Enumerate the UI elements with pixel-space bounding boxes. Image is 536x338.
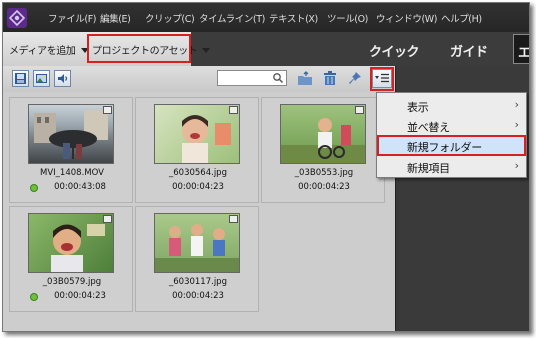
menu-item-label: 新規フォルダー	[407, 141, 482, 154]
caret-down-icon	[202, 48, 211, 53]
asset-duration: 00:00:04:23	[54, 291, 106, 301]
highlight-project-assets	[87, 34, 191, 63]
filter-audio-button[interactable]	[54, 70, 71, 87]
photo-icon	[36, 74, 47, 83]
asset-duration: 00:00:04:23	[172, 291, 224, 301]
asset-thumbnail	[28, 213, 114, 273]
search-input[interactable]	[217, 70, 287, 86]
project-assets-panel: MVI_1408.MOV 00:00:43:08 _6030564.jpg 00…	[3, 66, 395, 331]
asset-item[interactable]: _03B0579.jpg 00:00:04:23	[9, 206, 133, 312]
menu-item-new-item[interactable]: 新規項目 ›	[377, 156, 526, 177]
asset-filename: MVI_1408.MOV	[40, 168, 104, 178]
asset-filename: _03B0553.jpg	[294, 168, 354, 178]
menu-timeline[interactable]: タイムライン(T)	[199, 11, 265, 25]
app-window: ファイル(F) 編集(E) クリップ(C) タイムライン(T) テキスト(X) …	[2, 2, 530, 332]
panel-menu-dropdown: 表示 › 並べ替え › 新規フォルダー 新規項目 ›	[376, 92, 527, 178]
media-type-badge	[355, 106, 364, 114]
film-icon	[15, 73, 26, 84]
menu-item-new-folder[interactable]: 新規フォルダー	[377, 135, 526, 156]
mode-guide-tab[interactable]: ガイド	[450, 41, 488, 60]
trash-icon[interactable]	[323, 71, 337, 86]
chevron-right-icon: ›	[514, 159, 519, 172]
menu-text[interactable]: テキスト(X)	[269, 11, 318, 25]
chevron-right-icon: ›	[514, 98, 519, 111]
mode-expert-tab[interactable]: エ	[513, 34, 530, 64]
asset-thumbnail	[28, 104, 114, 164]
asset-grid: MVI_1408.MOV 00:00:43:08 _6030564.jpg 00…	[3, 92, 395, 331]
panel-toolbar	[3, 66, 395, 93]
media-type-badge	[229, 106, 238, 114]
menu-item-label: 新規項目	[407, 162, 450, 175]
folder-up-icon[interactable]	[297, 71, 313, 86]
asset-thumbnail	[154, 104, 240, 164]
menu-file[interactable]: ファイル(F)	[48, 11, 96, 25]
asset-thumbnail	[280, 104, 366, 164]
photo-thumbnail-image	[281, 118, 365, 163]
menu-item-label: 表示	[407, 101, 429, 114]
magnifier-icon	[273, 73, 284, 84]
asset-duration: 00:00:04:23	[172, 182, 224, 192]
asset-item[interactable]: _6030564.jpg 00:00:04:23	[135, 97, 259, 203]
pin-icon[interactable]	[348, 71, 362, 86]
asset-item[interactable]: MVI_1408.MOV 00:00:43:08	[9, 97, 133, 203]
media-type-badge	[229, 215, 238, 223]
video-thumbnail-image	[34, 110, 108, 159]
asset-duration: 00:00:04:23	[298, 182, 350, 192]
asset-duration: 00:00:43:08	[54, 182, 106, 192]
menu-item-label: 並べ替え	[407, 121, 450, 134]
asset-filename: _6030117.jpg	[169, 277, 227, 287]
menu-help[interactable]: ヘルプ(H)	[441, 11, 482, 25]
menu-clip[interactable]: クリップ(C)	[145, 11, 195, 25]
menu-tools[interactable]: ツール(O)	[327, 11, 368, 25]
photo-thumbnail-image	[182, 115, 231, 163]
premiere-elements-logo-icon	[7, 8, 27, 28]
photo-thumbnail-image	[155, 224, 239, 272]
menu-window[interactable]: ウィンドウ(W)	[376, 11, 438, 25]
asset-thumbnail	[154, 213, 240, 273]
chevron-right-icon: ›	[514, 118, 519, 131]
menu-bar: ファイル(F) 編集(E) クリップ(C) タイムライン(T) テキスト(X) …	[3, 3, 529, 32]
media-type-badge	[103, 106, 112, 114]
menu-item-sort[interactable]: 並べ替え ›	[377, 115, 526, 136]
asset-item[interactable]: _6030117.jpg 00:00:04:23	[135, 206, 259, 312]
top-toolbar: メディアを追加 プロジェクトのアセット クイック ガイド エ	[3, 32, 529, 66]
filter-video-button[interactable]	[12, 70, 29, 87]
menu-edit[interactable]: 編集(E)	[100, 11, 131, 25]
photo-thumbnail-image	[51, 224, 105, 272]
asset-item[interactable]: _03B0553.jpg 00:00:04:23	[261, 97, 385, 203]
asset-filename: _6030564.jpg	[169, 168, 227, 178]
filter-image-button[interactable]	[33, 70, 50, 87]
mode-quick-tab[interactable]: クイック	[369, 41, 420, 60]
media-type-badge	[103, 215, 112, 223]
mode-expert-label: エ	[518, 46, 530, 61]
speaker-icon	[58, 74, 68, 83]
add-media-button[interactable]: メディアを追加	[9, 42, 89, 57]
menu-item-view[interactable]: 表示 ›	[377, 95, 526, 116]
highlight-panel-menu	[370, 67, 394, 91]
asset-filename: _03B0579.jpg	[42, 277, 102, 287]
add-media-label: メディアを追加	[9, 46, 76, 57]
